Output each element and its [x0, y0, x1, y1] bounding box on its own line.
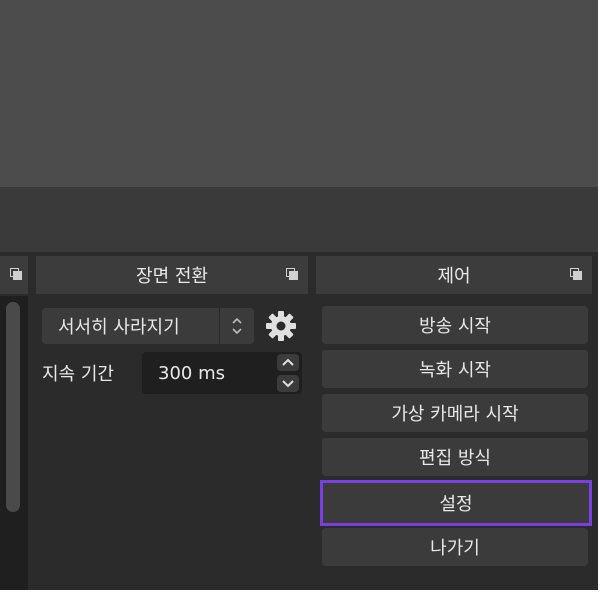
chevron-down-icon[interactable]	[277, 375, 299, 392]
undock-icon[interactable]	[286, 268, 298, 280]
transition-panel-title: 장면 전환	[136, 266, 208, 287]
undock-icon[interactable]	[10, 268, 22, 280]
start-virtual-camera-button[interactable]: 가상 카메라 시작	[322, 394, 588, 432]
duration-value[interactable]: 300 ms	[142, 363, 274, 384]
window-edge	[0, 590, 600, 600]
undock-icon[interactable]	[570, 268, 582, 280]
toolbar-strip	[0, 187, 598, 252]
scrollbar[interactable]	[6, 302, 20, 512]
preview-area	[0, 0, 598, 187]
studio-mode-button[interactable]: 편집 방식	[322, 438, 588, 476]
settings-button[interactable]: 설정	[320, 480, 592, 526]
start-recording-button[interactable]: 녹화 시작	[322, 350, 588, 388]
exit-button[interactable]: 나가기	[322, 528, 588, 566]
transition-select-value: 서서히 사라지기	[58, 317, 180, 338]
gear-icon[interactable]	[264, 309, 298, 343]
duration-spinbox[interactable]: 300 ms	[142, 352, 302, 394]
controls-panel-title: 제어	[437, 266, 471, 287]
controls-panel-header: 제어	[316, 256, 592, 294]
duration-label: 지속 기간	[42, 364, 114, 385]
sources-panel-header	[0, 256, 28, 294]
chevron-up-icon[interactable]	[277, 354, 299, 371]
select-arrows-icon	[219, 308, 254, 344]
transition-select[interactable]: 서서히 사라지기	[42, 308, 254, 344]
start-streaming-button[interactable]: 방송 시작	[322, 306, 588, 344]
transition-panel-header: 장면 전환	[36, 256, 308, 294]
